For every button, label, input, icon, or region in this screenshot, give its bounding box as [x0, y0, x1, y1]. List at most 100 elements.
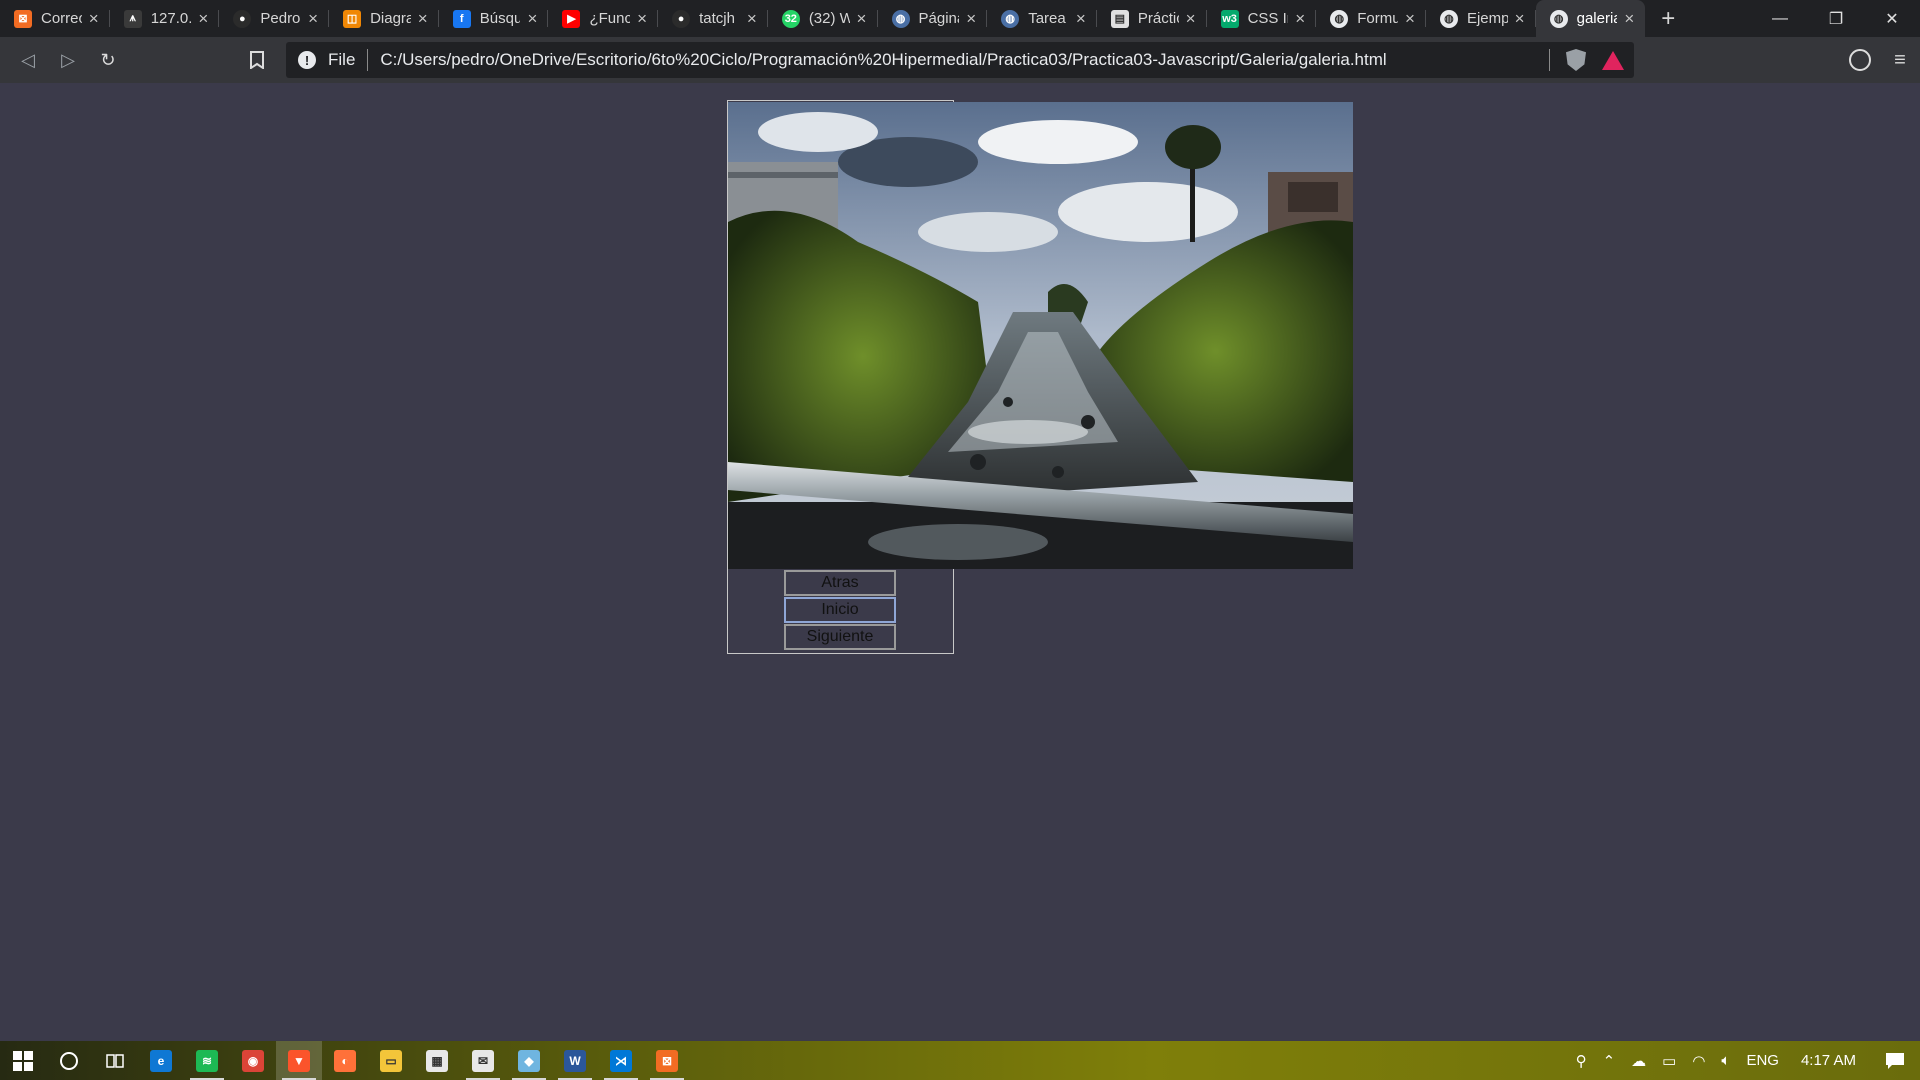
mail-icon[interactable]: ✉	[460, 1041, 506, 1080]
divider	[1549, 49, 1550, 71]
notifications-icon[interactable]	[1870, 1041, 1920, 1080]
globe-icon: ◍	[1001, 9, 1020, 28]
siguiente-button[interactable]: Siguiente	[784, 624, 896, 650]
close-tab-icon[interactable]: ×	[1183, 9, 1199, 29]
clock[interactable]: 4:17 AM	[1787, 1041, 1870, 1080]
search-icon[interactable]	[46, 1041, 92, 1080]
globe-icon: ◍	[1549, 9, 1568, 28]
tab-13[interactable]: ◍ Ejemplo×	[1426, 0, 1536, 37]
tab-10[interactable]: ▤ Práctica×	[1097, 0, 1207, 37]
drawio-icon: ◫	[343, 9, 362, 28]
github-icon: ●	[233, 9, 252, 28]
tab-2[interactable]: ● Pedro ×	[219, 0, 329, 37]
inicio-button[interactable]: Inicio	[784, 597, 896, 623]
info-icon[interactable]: !	[298, 51, 316, 69]
close-tab-icon[interactable]: ×	[1512, 9, 1528, 29]
word-glyph: W	[564, 1049, 586, 1072]
tab-12[interactable]: ◍ Formulario×	[1316, 0, 1426, 37]
task-view-icon[interactable]	[92, 1041, 138, 1080]
tab-11[interactable]: w3 CSS Intro×	[1207, 0, 1317, 37]
tab-title: Tarea	[1028, 10, 1066, 27]
tab-title: 127.0.0.1	[150, 10, 192, 27]
tab-0[interactable]: ⊠ Correo×	[0, 0, 110, 37]
windows-taskbar: e ≋ ◉ ▼ ◐ ▭ ▦ ✉ ◆ W ⋊ ⊠ ⚲ ⌃ ☁ ▭ ◠ 🔈︎ ENG 4:17 AM	[0, 1041, 1920, 1080]
xampp-glyph: ⊠	[656, 1049, 678, 1072]
spotify-icon[interactable]: ≋	[184, 1041, 230, 1080]
atras-button[interactable]: Atras	[784, 570, 896, 596]
tab-14[interactable]: ◍ galeria ×	[1535, 0, 1646, 37]
tab-1[interactable]: ⩚ 127.0.0.1×	[110, 0, 220, 37]
chevron-up-icon[interactable]: ⌃	[1595, 1041, 1624, 1080]
forward-button[interactable]: ▷	[48, 40, 88, 80]
window-controls: — ❐ ✕	[1752, 0, 1920, 37]
brave-rewards-icon[interactable]	[1602, 50, 1624, 70]
tab-6[interactable]: ● tatcjh ×	[658, 0, 768, 37]
vscode-icon[interactable]: ⋊	[598, 1041, 644, 1080]
tab-4[interactable]: f Búsqueda×	[439, 0, 549, 37]
new-tab-button[interactable]: +	[1645, 0, 1691, 37]
menu-icon[interactable]: ≡	[1880, 40, 1920, 80]
xampp-icon: ⩚	[123, 9, 142, 28]
close-tab-icon[interactable]: ×	[86, 9, 102, 29]
word-icon[interactable]: W	[552, 1041, 598, 1080]
tab-3[interactable]: ◫ Diagrama×	[329, 0, 439, 37]
whatsapp-icon: 32	[781, 9, 800, 28]
store-icon[interactable]: ▦	[414, 1041, 460, 1080]
back-button[interactable]: ◁	[8, 40, 48, 80]
close-tab-icon[interactable]: ×	[744, 9, 760, 29]
file-explorer-icon[interactable]: ▭	[368, 1041, 414, 1080]
tab-9[interactable]: ◍ Tarea ×	[987, 0, 1097, 37]
restore-button[interactable]: ❐	[1808, 0, 1864, 37]
minimize-button[interactable]: —	[1752, 0, 1808, 37]
xampp-icon[interactable]: ⊠	[644, 1041, 690, 1080]
brave-glyph: ▼	[288, 1049, 310, 1072]
onedrive-icon[interactable]: ☁	[1623, 1041, 1654, 1080]
page-viewport: Atras Inicio Siguiente	[0, 83, 1920, 1041]
start-button[interactable]	[0, 1041, 46, 1080]
tab-7[interactable]: 32 (32) WhatsApp×	[768, 0, 878, 37]
tab-5[interactable]: ▶ ¿Funciona×	[548, 0, 658, 37]
firefox-icon[interactable]: ◐	[322, 1041, 368, 1080]
close-tab-icon[interactable]: ×	[1402, 9, 1418, 29]
chrome-icon[interactable]: ◉	[230, 1041, 276, 1080]
battery-icon[interactable]: ▭	[1654, 1041, 1684, 1080]
youtube-icon: ▶	[562, 9, 581, 28]
tab-title: Búsqueda	[479, 10, 521, 27]
people-icon[interactable]: ⚲	[1568, 1041, 1595, 1080]
close-tab-icon[interactable]: ×	[415, 9, 431, 29]
tab-8[interactable]: ◍ Página×	[878, 0, 988, 37]
wifi-icon[interactable]: ◠	[1684, 1041, 1713, 1080]
bookmark-icon[interactable]	[237, 40, 277, 80]
tab-title: tatcjh	[699, 10, 735, 27]
close-tab-icon[interactable]: ×	[1073, 9, 1089, 29]
toolbar-right: ≡	[1840, 40, 1920, 80]
volume-icon[interactable]: 🔈︎	[1713, 1041, 1738, 1080]
spotify-glyph: ≋	[196, 1049, 218, 1072]
profile-icon[interactable]	[1840, 40, 1880, 80]
close-tab-icon[interactable]: ×	[1292, 9, 1308, 29]
tab-title: Formulario	[1357, 10, 1398, 27]
close-tab-icon[interactable]: ×	[1621, 9, 1637, 29]
close-tab-icon[interactable]: ×	[963, 9, 979, 29]
close-tab-icon[interactable]: ×	[195, 9, 211, 29]
store-glyph: ▦	[426, 1049, 448, 1072]
address-bar[interactable]: ! File C:/Users/pedro/OneDrive/Escritori…	[286, 42, 1634, 78]
globe-icon: ◍	[1439, 9, 1458, 28]
vscode-glyph: ⋊	[610, 1049, 632, 1072]
url-text[interactable]: C:/Users/pedro/OneDrive/Escritorio/6to%2…	[380, 50, 1386, 70]
close-window-button[interactable]: ✕	[1864, 0, 1920, 37]
close-tab-icon[interactable]: ×	[524, 9, 540, 29]
browser-tabstrip: ⊠Correo×⩚127.0.0.1×●Pedro×◫Diagrama×fBús…	[0, 0, 1920, 37]
brave-icon[interactable]: ▼	[276, 1041, 322, 1080]
globe-icon: ◍	[1330, 9, 1349, 28]
w3schools-icon: w3	[1220, 9, 1239, 28]
close-tab-icon[interactable]: ×	[305, 9, 321, 29]
tab-title: CSS Intro	[1247, 10, 1289, 27]
brave-shield-icon[interactable]	[1566, 49, 1586, 71]
app-icon[interactable]: ◆	[506, 1041, 552, 1080]
language-indicator[interactable]: ENG	[1738, 1041, 1787, 1080]
close-tab-icon[interactable]: ×	[854, 9, 870, 29]
reload-button[interactable]: ↻	[88, 40, 128, 80]
edge-icon[interactable]: e	[138, 1041, 184, 1080]
close-tab-icon[interactable]: ×	[634, 9, 650, 29]
